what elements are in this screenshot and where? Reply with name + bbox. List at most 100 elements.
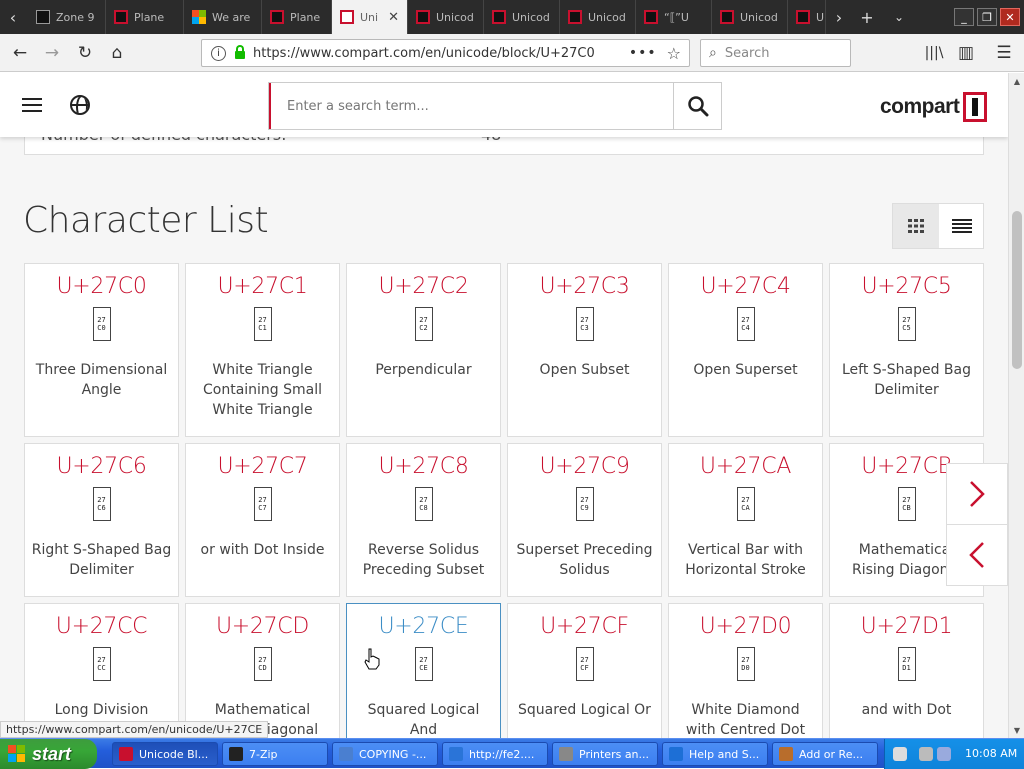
character-card[interactable]: U+27C0 27C0 Three Dimensional Angle <box>24 263 179 437</box>
taskbar-button[interactable]: Add or Re... <box>772 742 878 766</box>
home-button[interactable]: ⌂ <box>105 41 129 65</box>
globe-language-icon[interactable] <box>70 95 90 115</box>
back-button[interactable]: ← <box>8 41 32 65</box>
scroll-tabs-left-icon[interactable]: ‹ <box>0 0 26 34</box>
url-text[interactable]: https://www.compart.com/en/unicode/block… <box>253 46 629 61</box>
character-code[interactable]: U+27CF <box>508 614 661 639</box>
character-code[interactable]: U+27CA <box>669 454 822 479</box>
character-card[interactable]: U+27C2 27C2 Perpendicular <box>346 263 501 437</box>
start-button[interactable]: start <box>0 739 97 769</box>
character-card[interactable]: U+27CA 27CA Vertical Bar with Horizontal S… <box>668 443 823 597</box>
taskbar-button[interactable]: 7-Zip <box>222 742 328 766</box>
menu-icon[interactable]: ☰ <box>992 41 1016 65</box>
missing-glyph-box: 27CF <box>575 647 594 681</box>
library-icon[interactable]: |||\ <box>922 41 946 65</box>
browser-tab[interactable]: U <box>788 0 826 34</box>
restore-window-button[interactable]: ❐ <box>977 8 997 26</box>
character-card[interactable]: U+27C6 27C6 Right S-Shaped Bag Delimiter <box>24 443 179 597</box>
browser-tab[interactable]: Zone 9 <box>28 0 106 34</box>
grid-view-button[interactable] <box>893 204 939 248</box>
character-card[interactable]: U+27D1 27D1 and with Dot <box>829 603 984 738</box>
site-search-placeholder: Enter a search term... <box>287 98 429 114</box>
character-code[interactable]: U+27D0 <box>669 614 822 639</box>
tab-title: U <box>816 10 825 24</box>
character-code[interactable]: U+27CC <box>25 614 178 639</box>
browser-search-field[interactable]: ⌕ Search <box>700 39 851 67</box>
bookmark-star-icon[interactable]: ☆ <box>667 44 681 63</box>
taskbar-button[interactable]: Unicode Bl... <box>112 742 218 766</box>
character-card[interactable]: U+27C3 27C3 Open Subset <box>507 263 662 437</box>
site-search-input[interactable]: Enter a search term... <box>269 83 673 129</box>
browser-tab[interactable]: Unicod <box>712 0 788 34</box>
network-icon[interactable] <box>919 747 933 761</box>
character-code[interactable]: U+27C9 <box>508 454 661 479</box>
character-code[interactable]: U+27C1 <box>186 274 339 299</box>
browser-tab[interactable]: Unicod <box>484 0 560 34</box>
browser-tab[interactable]: Plane <box>106 0 184 34</box>
character-card[interactable]: U+27C9 27C9 Superset Preceding Solidus <box>507 443 662 597</box>
keyboard-icon[interactable] <box>893 747 907 761</box>
close-window-button[interactable]: ✕ <box>1000 8 1020 26</box>
character-card[interactable]: U+27CD27CDMathematical Falling Diagonal <box>185 603 340 738</box>
list-all-tabs-icon[interactable]: ⌄ <box>886 0 912 34</box>
character-code[interactable]: U+27CD <box>186 614 339 639</box>
character-code[interactable]: U+27C6 <box>25 454 178 479</box>
next-page-button[interactable] <box>946 463 1008 525</box>
browser-tab-strip: ‹ Zone 9 Plane We are Plane Uni ✕ Unicod Unicod… <box>0 0 1024 34</box>
character-code[interactable]: U+27C0 <box>25 274 178 299</box>
character-card[interactable]: U+27C7 27C7 or with Dot Inside <box>185 443 340 597</box>
taskbar-button[interactable]: COPYING -... <box>332 742 438 766</box>
character-card[interactable]: U+27C4 27C4 Open Superset <box>668 263 823 437</box>
character-card[interactable]: U+27CE 27CE Squared Logical And <box>346 603 501 738</box>
hamburger-menu-icon[interactable] <box>22 98 42 112</box>
browser-tab[interactable]: Unicod <box>408 0 484 34</box>
character-card[interactable]: U+27CF 27CF Squared Logical Or <box>507 603 662 738</box>
sidebar-toggle-icon[interactable]: ▥ <box>954 41 978 65</box>
new-tab-icon[interactable]: + <box>854 0 880 34</box>
character-card[interactable]: U+27C1 27C1 White Triangle Containing Smal… <box>185 263 340 437</box>
character-code[interactable]: U+27C8 <box>347 454 500 479</box>
browser-tab[interactable]: Plane <box>262 0 332 34</box>
character-card[interactable]: U+27C8 27C8 Reverse Solidus Preceding Subs… <box>346 443 501 597</box>
taskbar-button[interactable]: Help and S... <box>662 742 768 766</box>
character-code[interactable]: U+27C3 <box>508 274 661 299</box>
list-view-button[interactable] <box>939 204 985 248</box>
forward-button[interactable]: → <box>40 41 64 65</box>
previous-page-button[interactable] <box>946 524 1008 586</box>
minimize-window-button[interactable]: _ <box>954 8 974 26</box>
site-search-button[interactable] <box>673 83 721 129</box>
scrollbar-thumb[interactable] <box>1012 211 1022 369</box>
character-code[interactable]: U+27C7 <box>186 454 339 479</box>
compart-logo[interactable]: compart <box>880 91 988 123</box>
taskbar-button[interactable]: Printers an... <box>552 742 658 766</box>
character-code[interactable]: U+27C5 <box>830 274 983 299</box>
character-code[interactable]: U+27C2 <box>347 274 500 299</box>
taskbar-button-label: Help and S... <box>689 747 760 761</box>
browser-tab[interactable]: “⟦”U <box>636 0 712 34</box>
missing-glyph-box: 27C6 <box>92 487 111 521</box>
scroll-tabs-right-icon[interactable]: › <box>826 0 852 34</box>
volume-icon[interactable] <box>937 747 951 761</box>
page-scrollbar[interactable]: ▲ ▼ <box>1008 73 1024 738</box>
site-header: Enter a search term... compart <box>0 73 1008 137</box>
navigation-toolbar: ← → ↻ ⌂ i https://www.compart.com/en/uni… <box>0 34 1024 72</box>
plain-icon <box>36 10 50 24</box>
character-card[interactable]: U+27C5 27C5 Left S-Shaped Bag Delimiter <box>829 263 984 437</box>
taskbar-button[interactable]: http://fe2.... <box>442 742 548 766</box>
character-card[interactable]: U+27D0 27D0 White Diamond with Centred Dot <box>668 603 823 738</box>
character-code[interactable]: U+27C4 <box>669 274 822 299</box>
browser-tab[interactable]: Unicod <box>560 0 636 34</box>
scroll-down-icon[interactable]: ▼ <box>1009 722 1024 738</box>
character-code[interactable]: U+27D1 <box>830 614 983 639</box>
character-card[interactable]: U+27CC 27CC Long Division <box>24 603 179 738</box>
site-info-icon[interactable]: i <box>211 45 226 61</box>
address-bar[interactable]: i https://www.compart.com/en/unicode/blo… <box>201 39 690 67</box>
browser-tab[interactable]: Uni ✕ <box>332 0 408 34</box>
page-actions-icon[interactable]: ••• <box>629 45 657 61</box>
character-code[interactable]: U+27CE <box>347 614 500 639</box>
close-tab-icon[interactable]: ✕ <box>388 10 399 25</box>
compart-icon <box>416 10 430 24</box>
reload-button[interactable]: ↻ <box>73 41 97 65</box>
scroll-up-icon[interactable]: ▲ <box>1009 73 1024 89</box>
browser-tab[interactable]: We are <box>184 0 262 34</box>
